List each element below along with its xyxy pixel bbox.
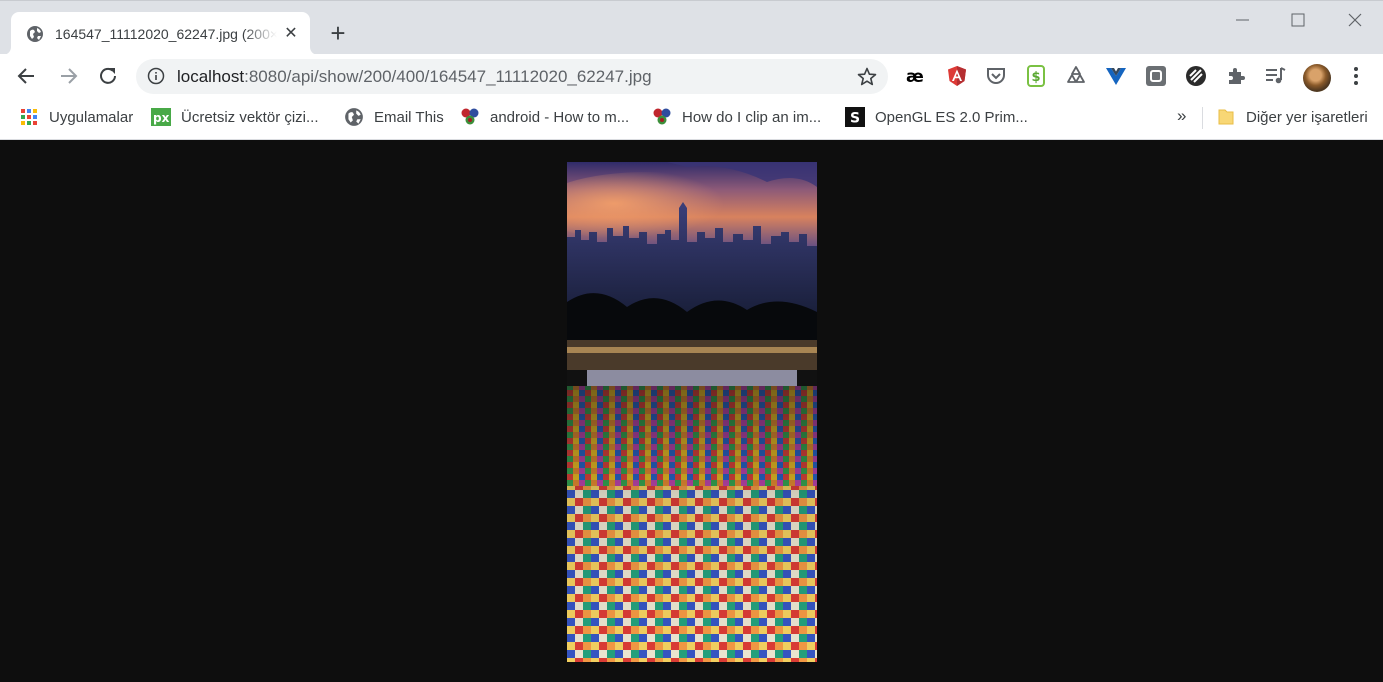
globe-icon <box>27 26 43 42</box>
tab-active[interactable]: 164547_11112020_62247.jpg (200×400) ✕ <box>11 12 310 55</box>
reading-list-icon[interactable] <box>1264 65 1286 87</box>
bookmarks-divider <box>1202 107 1203 129</box>
bookmark-clip-image[interactable]: How do I clip an im... <box>652 106 821 128</box>
url-path: :8080/api/show/200/400/164547_11112020_6… <box>244 67 652 86</box>
bookmark-other-folder[interactable]: Diğer yer işaretleri <box>1216 106 1368 128</box>
recycle-icon[interactable] <box>1065 65 1087 87</box>
bookmark-android[interactable]: android - How to m... <box>460 106 629 128</box>
bookmark-apps[interactable]: Uygulamalar <box>19 106 133 128</box>
evernote-icon[interactable]: $ <box>1025 65 1047 87</box>
site-info-icon[interactable] <box>147 67 165 85</box>
tab-strip: 164547_11112020_62247.jpg (200×400) ✕ + <box>0 0 1383 55</box>
bookmark-pixabay[interactable]: px Ücretsiz vektör çizi... <box>151 106 319 128</box>
globe-icon <box>345 108 363 126</box>
forward-arrow-icon[interactable] <box>55 63 81 89</box>
stack-hex-icon <box>461 108 479 125</box>
url-host: localhost <box>177 67 245 86</box>
new-tab-button[interactable]: + <box>324 20 352 48</box>
bookmark-email-this[interactable]: Email This <box>344 106 444 128</box>
minimize-icon[interactable] <box>1228 9 1258 33</box>
bookmark-star-icon[interactable] <box>856 66 878 88</box>
bookmarks-bar: Uygulamalar px Ücretsiz vektör çizi... E… <box>0 99 1383 140</box>
s-logo-icon: S <box>845 107 865 127</box>
angular-icon[interactable] <box>946 65 968 87</box>
ae-icon[interactable]: æ <box>905 65 927 87</box>
bookmark-label: Uygulamalar <box>49 108 134 126</box>
back-arrow-icon[interactable] <box>14 63 40 89</box>
px-icon: px <box>151 108 171 126</box>
address-bar[interactable]: localhost:8080/api/show/200/400/164547_1… <box>136 59 888 94</box>
bookmark-label: OpenGL ES 2.0 Prim... <box>875 108 1028 126</box>
bookmark-label: Email This <box>374 108 444 126</box>
reload-icon[interactable] <box>95 63 121 89</box>
pixel-icon[interactable] <box>1185 65 1207 87</box>
tab-title: 164547_11112020_62247.jpg (200×400) <box>55 26 277 42</box>
bookmark-label: Diğer yer işaretleri <box>1246 108 1368 126</box>
page-viewport <box>0 141 1383 682</box>
puzzle-icon[interactable] <box>1225 65 1247 87</box>
apps-grid-icon <box>21 109 37 125</box>
tab-close-button[interactable]: ✕ <box>281 24 301 44</box>
displayed-image <box>567 162 817 662</box>
pocket-icon[interactable] <box>985 65 1007 87</box>
menu-kebab-icon[interactable] <box>1346 65 1366 87</box>
bookmark-label: Ücretsiz vektör çizi... <box>181 108 319 126</box>
vuejs-icon[interactable] <box>1105 65 1127 87</box>
folder-icon <box>1218 109 1234 125</box>
profile-avatar[interactable] <box>1303 64 1331 92</box>
bookmark-label: How do I clip an im... <box>682 108 822 126</box>
svg-text:S: S <box>850 111 860 127</box>
stack-hex-icon <box>653 108 671 125</box>
svg-text:æ: æ <box>906 67 924 87</box>
svg-text:$: $ <box>1032 70 1041 85</box>
maximize-icon[interactable] <box>1283 9 1313 33</box>
square-extension-icon[interactable] <box>1145 65 1167 87</box>
toolbar: localhost:8080/api/show/200/400/164547_1… <box>0 54 1383 99</box>
url-text[interactable]: localhost:8080/api/show/200/400/164547_1… <box>177 59 652 94</box>
bookmark-label: android - How to m... <box>490 108 630 126</box>
bookmarks-overflow-button[interactable]: » <box>1177 106 1186 126</box>
svg-text:px: px <box>153 111 170 125</box>
bookmark-opengl[interactable]: S OpenGL ES 2.0 Prim... <box>845 106 1028 128</box>
close-icon[interactable] <box>1340 9 1370 33</box>
